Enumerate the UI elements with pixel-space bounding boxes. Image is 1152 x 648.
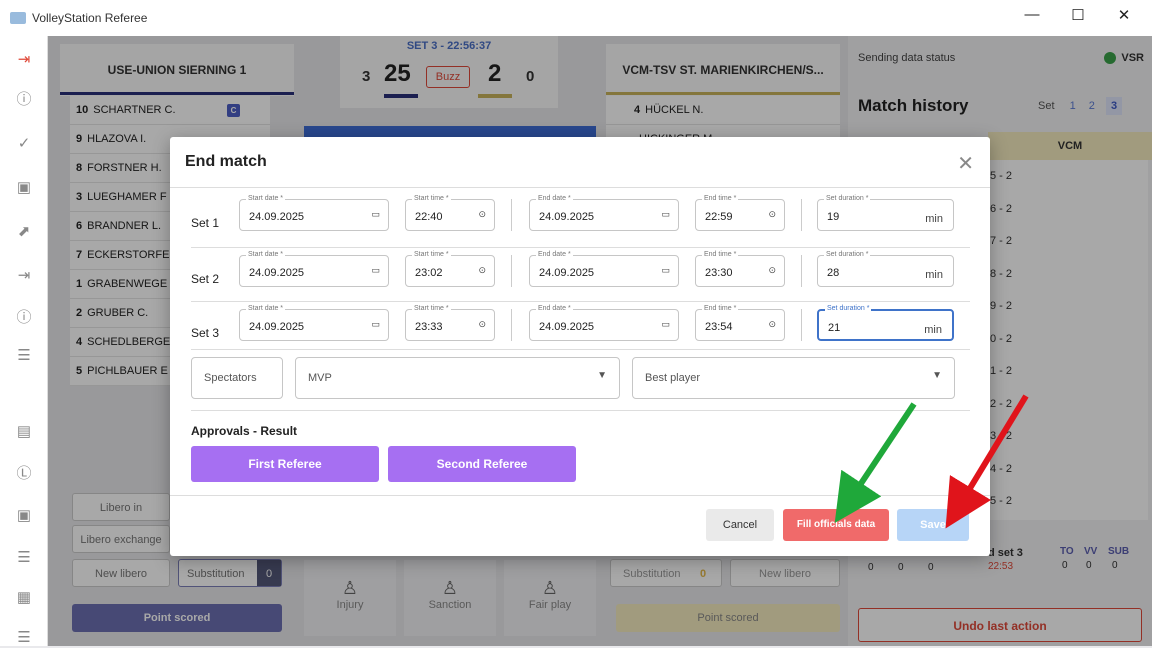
red-arrow (945, 394, 1029, 529)
annotation-arrows (834, 394, 1029, 529)
green-arrow (834, 402, 917, 523)
